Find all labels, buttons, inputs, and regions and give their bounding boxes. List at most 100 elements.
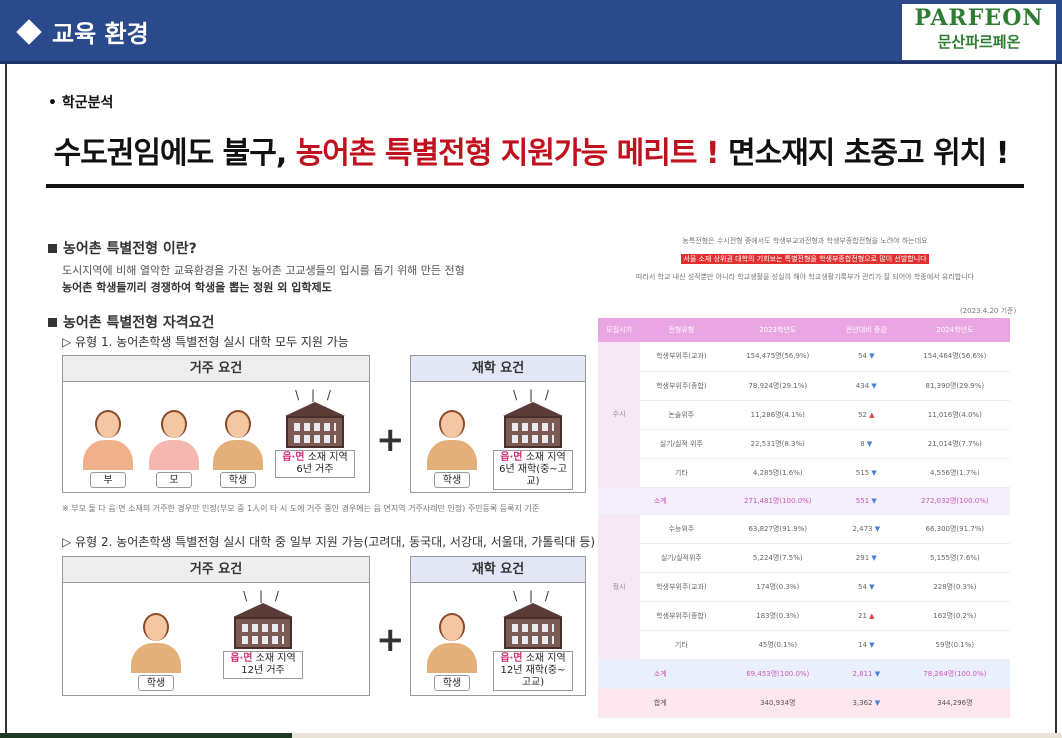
table-cell: 11,016명(4.0%) [899,400,1010,430]
table-cell: 54 ▼ [832,342,900,372]
table-cell: 69,453명(100.0%) [722,659,833,689]
table-row: 기타 4,285명(1.6%) 515 ▼ 4,556명(1.7%) [598,458,1010,488]
box-heading: 거주 요건 [63,356,369,382]
table-cell: 4,556명(1.7%) [899,458,1010,488]
footer-bar [292,733,1062,738]
table-cell: 소계 [598,659,723,689]
table-note: 농특전형은 수시전형 중에서도 학생부교과전형과 학생부종합전형을 노려야 하는… [682,237,928,245]
table-row: 수시 학생부위주(교과) 154,475명(56.9%) 54 ▼ 154,464명(5… [598,342,1010,488]
school-icon: \ | / [295,388,335,402]
headline: 수도권임에도 불구, 농어촌 특별전형 지원가능 메리트 ! 면소재지 초중고 … [53,136,1010,171]
table-cell: 63,827명(91.9%) [722,514,833,544]
admissions-table: 모집시기 전형유형 2023학년도 전년대비 증감 2024학년도 수시 학생부위주(교과… [598,318,1010,718]
table-cell: 78,264명(100.0%) [899,659,1010,689]
table-cell: 논술위주 [640,400,723,430]
table-row: 실기/실적 위주 22,531명(8.3%) 8 ▼ 21,014명(7.7%) [598,429,1010,459]
table-cell: 정시 [598,514,641,660]
table-cell: 수능위주 [640,514,723,544]
page-title: 교육 환경 [14,14,149,49]
table-cell: 3,362 ▼ [832,688,900,718]
table-cell: 154,475명(56.9%) [722,342,833,372]
residence-box: 거주 요건 학생 \ | / 읍·면 소재 지역 12년 거주 [62,556,370,696]
table-cell: 271,481명(100.0%) [722,487,833,515]
table-cell: 8 ▼ [832,429,900,459]
table-cell: 45명(0.1%) [722,630,833,660]
increase-arrow-icon: ▲ [869,410,875,419]
table-cell: 기타 [640,630,723,660]
table-cell: 4,285명(1.6%) [722,458,833,488]
table-note: 따라서 학교 내신 성적뿐만 아니라 학교생활을 성실히 해야 학교생활기록부가… [635,273,975,281]
table-cell: 학생부위주(교과) [640,342,723,372]
school-building: \ | / 읍·면 소재 지역 6년 재학(중~고교) [493,388,573,490]
section-heading-definition: 농어촌 특별전형 이란? [48,238,197,258]
table-cell: 수시 [598,342,641,488]
decrease-arrow-icon: ▼ [871,381,877,390]
reference-date: (2023.4.20 기준) [960,307,1017,315]
table-cell: 162명(0.2%) [899,601,1010,631]
table-cell: 소계 [598,487,723,515]
table-cell: 22,531명(8.3%) [722,429,833,459]
school-icon: \ | / [513,589,553,603]
table-row: 논술위주 11,286명(4.1%) 52 ▲ 11,016명(4.0%) [598,400,1010,430]
table-cell: 14 ▼ [832,630,900,660]
student-figure: 학생 [425,613,479,691]
decrease-arrow-icon: ▼ [869,582,875,591]
table-subtotal-row: 합계 340,934명 3,362 ▼ 344,296명 [598,688,1010,718]
table-subtotal-row: 소계 69,453명(100.0%) 2,811 ▼ 78,264명(100.0%) [598,659,1010,689]
square-bullet-icon [48,244,57,253]
type2-label: ▷ 유형 2. 농어촌학생 특별전형 실시 대학 중 일부 지원 가능(고려대,… [62,535,596,549]
box-heading: 재학 요건 [411,557,585,583]
table-cell: 5,155명(7.6%) [899,543,1010,573]
school-box: 재학 요건 학생 \ | / 읍·면 소재 지역 12년 재학(중~고교) [410,556,586,696]
student-figure: 학생 [129,613,183,691]
table-header-row: 모집시기 전형유형 2023학년도 전년대비 증감 2024학년도 [598,318,1010,342]
diamond-icon [16,18,42,45]
school-box: 재학 요건 학생 \ | / 읍·면 소재 지역 6년 재학(중~고교) [410,355,586,493]
table-cell: 2,811 ▼ [832,659,900,689]
mother-figure: 모 [147,410,201,488]
table-cell: 78,924명(29.1%) [722,371,833,401]
school-building: \ | / 읍·면 소재 지역 12년 거주 [223,589,303,679]
table-cell: 66,300명(91.7%) [899,514,1010,544]
table-row: 학생부위주(종합) 78,924명(29.1%) 434 ▼ 81,390명(29.9… [598,371,1010,401]
residence-box: 거주 요건 부 모 학생 \ | / 읍·면 소재 지역 6년 거주 [62,355,370,493]
table-cell: 344,296명 [899,688,1010,718]
section-label: • 학군분석 [48,95,114,111]
table-cell: 291 ▼ [832,543,900,573]
table-cell: 174명(0.3%) [722,572,833,602]
decrease-arrow-icon: ▼ [871,468,877,477]
table-cell: 54 ▼ [832,572,900,602]
definition-line: 농어촌 학생들끼리 경쟁하여 학생을 뽑는 정원 외 입학제도 [62,281,332,294]
brand-logo: PARFEON 문산파르페온 [902,4,1056,60]
table-cell: 기타 [640,458,723,488]
table-row: 학생부위주(종합) 183명(0.3%) 21 ▲ 162명(0.2%) [598,601,1010,631]
table-cell: 5,224명(7.5%) [722,543,833,573]
student-figure: 학생 [211,410,265,488]
logo-en: PARFEON [914,5,1044,31]
table-cell: 학생부위주(교과) [640,572,723,602]
footer-bar [0,733,292,738]
type1-label: ▷ 유형 1. 농어촌학생 특별전형 실시 대학 모두 지원 가능 [62,335,349,349]
table-cell: 21 ▲ [832,601,900,631]
school-building: \ | / 읍·면 소재 지역 6년 거주 [275,388,355,478]
table-cell: 학생부위주(종합) [640,601,723,631]
table-cell: 434 ▼ [832,371,900,401]
decrease-arrow-icon: ▼ [869,352,875,361]
table-cell: 52 ▲ [832,400,900,430]
table-cell: 551 ▼ [832,487,900,515]
table-cell: 154,464명(56.6%) [899,342,1010,372]
plus-icon: + [376,620,405,660]
section-heading-qualification: 농어촌 특별전형 자격요건 [48,312,214,332]
table-cell: 515 ▼ [832,458,900,488]
box-heading: 거주 요건 [63,557,369,583]
table-note-highlight: 서울 소재 상위권 대학의 기회보는 특별전형을 학생부종합전형으로 많이 선발… [681,254,929,264]
footnote: ※ 부모 둘 다 읍·면 소재의 거주한 경우만 인정(부모 중 1人이 타 시… [62,504,540,513]
table-cell: 2,473 ▼ [832,514,900,544]
table-cell: 합계 [598,688,723,718]
father-figure: 부 [81,410,135,488]
table-cell: 340,934명 [722,688,833,718]
logo-ko: 문산파르페온 [937,33,1021,51]
definition-line: 도시지역에 비해 열악한 교육환경을 가진 농어촌 고교생들의 입시를 돕기 위… [62,264,465,277]
decrease-arrow-icon: ▼ [874,669,881,678]
table-cell: 272,032명(100.0%) [899,487,1010,515]
